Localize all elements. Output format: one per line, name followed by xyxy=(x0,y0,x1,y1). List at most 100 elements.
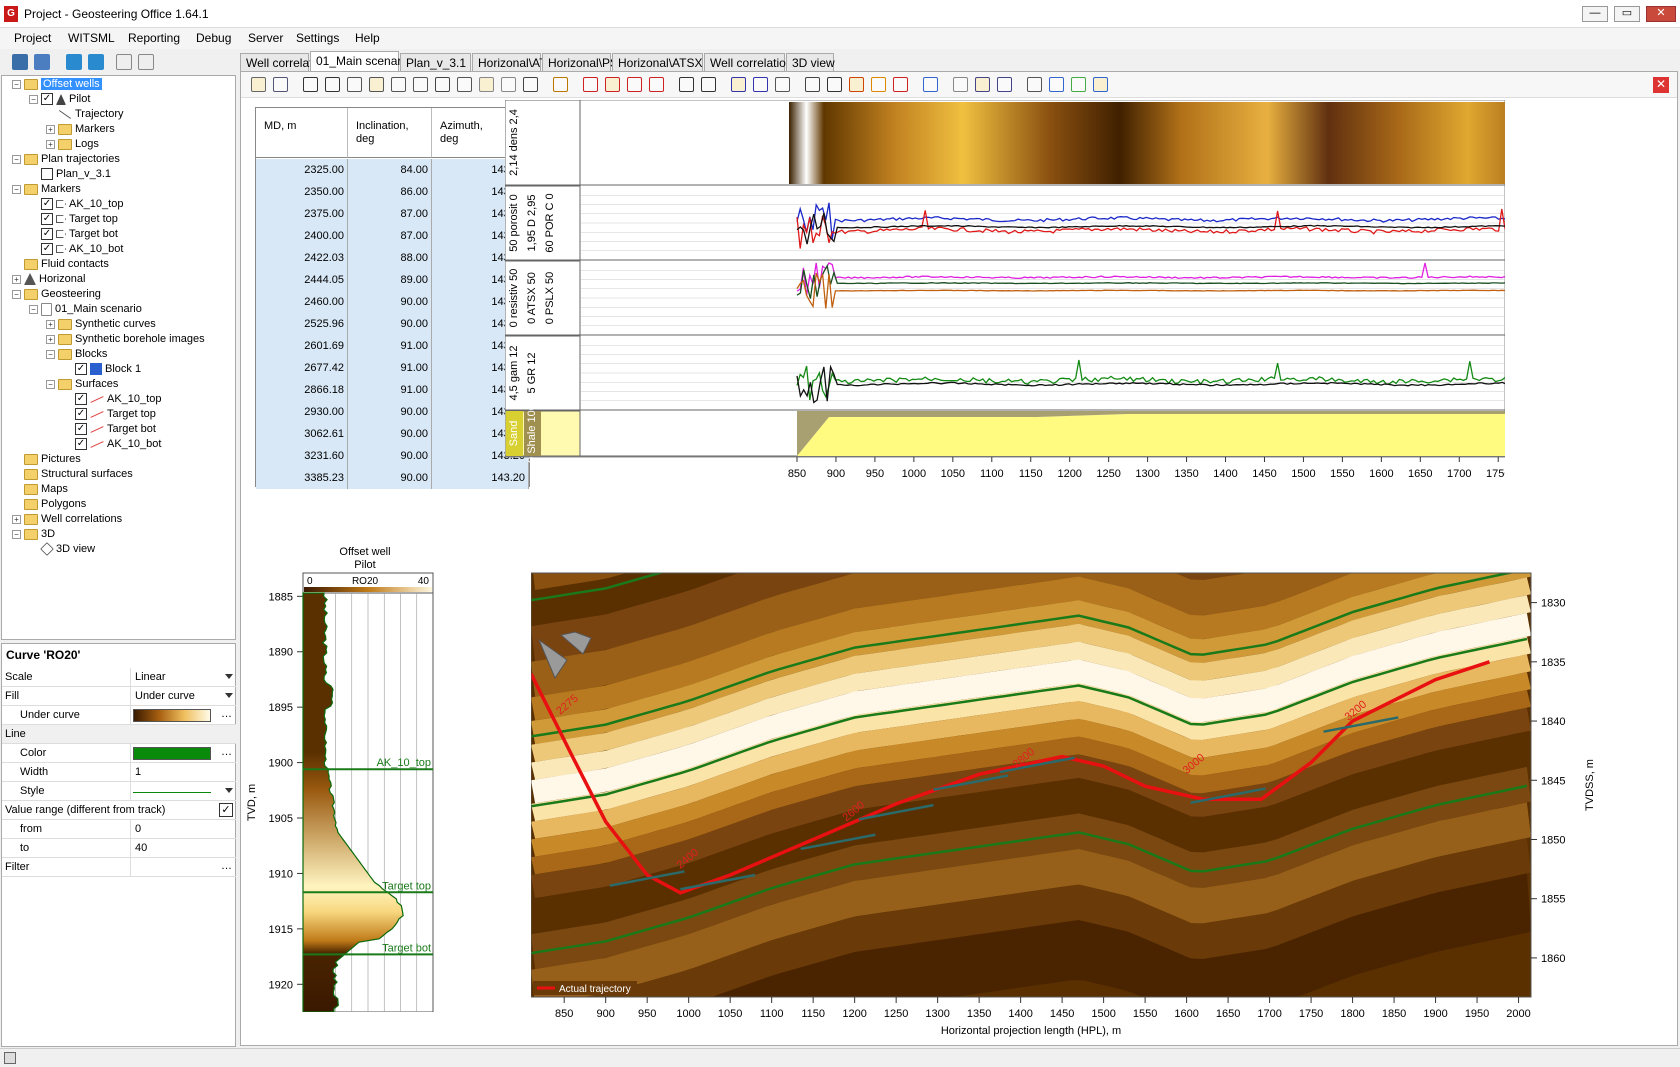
tab-horizonal-atlx[interactable]: Horizonal\ATLX xyxy=(472,53,561,71)
checkbox-checked[interactable]: ✓ xyxy=(75,408,87,421)
ellipsis-button[interactable]: … xyxy=(221,860,232,872)
table-cell[interactable]: 87.00 xyxy=(348,225,432,247)
property-value[interactable]: … xyxy=(130,858,236,877)
tab-well-correlation[interactable]: Well correlation xyxy=(704,53,792,71)
tree-node[interactable]: Plan_v_3.1 xyxy=(29,167,111,182)
add-group-icon[interactable] xyxy=(34,54,50,70)
table-cell[interactable]: 2350.00 xyxy=(256,181,348,203)
tree-node[interactable]: ✓ AK_10_bot xyxy=(29,242,123,257)
table-cell[interactable]: 3231.60 xyxy=(256,445,348,467)
table-row[interactable]: 3231.6090.00143.20 xyxy=(256,445,529,467)
tree-node[interactable]: − ✓ Pilot xyxy=(29,92,90,107)
checkbox-checked[interactable]: ✓ xyxy=(75,393,87,406)
undo-icon[interactable] xyxy=(731,77,746,92)
table-cell[interactable]: 88.00 xyxy=(348,247,432,269)
property-value[interactable]: 40 xyxy=(130,839,236,858)
palette-icon[interactable] xyxy=(923,77,938,92)
tree-node[interactable]: Trajectory xyxy=(46,107,124,122)
spin-arrows-icon[interactable] xyxy=(225,765,233,779)
export-icon[interactable] xyxy=(88,54,104,70)
no-cut-icon[interactable] xyxy=(605,77,620,92)
image-icon[interactable] xyxy=(953,77,968,92)
table-cell[interactable]: 87.00 xyxy=(348,203,432,225)
checkbox-checked[interactable]: ✓ xyxy=(75,423,87,436)
pencil-icon[interactable] xyxy=(1049,77,1064,92)
menu-help[interactable]: Help xyxy=(355,31,380,45)
expand-toggle-icon[interactable]: − xyxy=(12,184,21,194)
checkbox[interactable] xyxy=(41,168,53,181)
image-edit-icon[interactable] xyxy=(975,77,990,92)
table-cell[interactable]: 84.00 xyxy=(348,159,432,181)
table-row[interactable]: 2444.0589.00143.20 xyxy=(256,269,529,291)
table-cell[interactable]: 2422.03 xyxy=(256,247,348,269)
expand-toggle-icon[interactable]: − xyxy=(12,79,21,89)
tree-node[interactable]: ✓ Block 1 xyxy=(63,362,141,377)
tree-node[interactable]: Polygons xyxy=(12,497,86,512)
tab-01-main-scenario[interactable]: 01_Main scenario xyxy=(310,51,411,72)
zoom-window-icon[interactable] xyxy=(391,77,406,92)
table-cell[interactable]: 90.00 xyxy=(348,401,432,423)
grid-h-icon[interactable] xyxy=(805,77,820,92)
tree-node[interactable]: − Markers xyxy=(12,182,81,197)
table-cell[interactable]: 2325.00 xyxy=(256,159,348,181)
property-value[interactable]: … xyxy=(130,706,236,725)
value-range-checkbox[interactable]: ✓ xyxy=(219,803,233,817)
grid-v-icon[interactable] xyxy=(827,77,842,92)
add-object-icon[interactable] xyxy=(12,54,28,70)
expand-toggle-icon[interactable]: + xyxy=(46,124,55,134)
ellipsis-button[interactable]: … xyxy=(221,746,232,758)
move-up-icon[interactable] xyxy=(116,54,132,70)
tab-horizonal-atsx[interactable]: Horizonal\ATSX xyxy=(612,53,703,71)
property-row[interactable]: Scale Linear xyxy=(2,668,236,687)
table-row[interactable]: 2525.9690.00143.20 xyxy=(256,313,529,335)
table-row[interactable]: 2460.0090.00143.20 xyxy=(256,291,529,313)
property-row[interactable]: Color… xyxy=(2,744,236,763)
expand-toggle-icon[interactable]: − xyxy=(29,304,38,314)
expand-toggle-icon[interactable]: + xyxy=(46,334,55,344)
tree-node[interactable]: ✓ Target top xyxy=(29,212,118,227)
tree-node[interactable]: + Horizonal xyxy=(12,272,85,287)
tab-well-correlation[interactable]: Well correlation xyxy=(240,53,328,71)
pan-icon[interactable] xyxy=(523,77,538,92)
expand-toggle-icon[interactable]: + xyxy=(12,514,21,524)
expand-toggle-icon[interactable]: − xyxy=(46,379,55,389)
tree-node[interactable]: + Markers xyxy=(46,122,115,137)
table-cell[interactable]: 90.00 xyxy=(348,445,432,467)
table-row[interactable]: 2601.6991.00143.20 xyxy=(256,335,529,357)
property-row[interactable]: Fill Under curve xyxy=(2,687,236,706)
table-cell[interactable]: 2601.69 xyxy=(256,335,348,357)
property-value[interactable]: … xyxy=(130,744,236,763)
zoom-rect-icon[interactable] xyxy=(413,77,428,92)
fill-icon[interactable] xyxy=(871,77,886,92)
checkbox-checked[interactable]: ✓ xyxy=(75,438,87,451)
menu-project[interactable]: Project xyxy=(14,31,51,45)
y-scale-icon[interactable] xyxy=(479,77,494,92)
checkbox-checked[interactable]: ✓ xyxy=(41,243,53,256)
eraser-icon[interactable] xyxy=(849,77,864,92)
menu-server[interactable]: Server xyxy=(248,31,283,45)
property-value[interactable] xyxy=(130,782,236,801)
expand-toggle-icon[interactable]: − xyxy=(12,529,21,539)
tree-node[interactable]: ✓ AK_10_top xyxy=(29,197,123,212)
tree-node[interactable]: Pictures xyxy=(12,452,81,467)
eye-icon[interactable] xyxy=(997,77,1012,92)
dropdown-arrow-icon[interactable] xyxy=(225,788,233,793)
table-cell[interactable]: 3062.61 xyxy=(256,423,348,445)
expand-toggle-icon[interactable]: + xyxy=(46,319,55,329)
property-row[interactable]: Line xyxy=(2,725,236,744)
tree-node[interactable]: − Geosteering xyxy=(12,287,101,302)
checkbox-checked[interactable]: ✓ xyxy=(75,363,87,376)
table-row[interactable]: 2325.0084.00143.20 xyxy=(256,159,529,181)
tree-node[interactable]: Structural surfaces xyxy=(12,467,133,482)
table-cell[interactable]: 2525.96 xyxy=(256,313,348,335)
arc-icon[interactable] xyxy=(553,77,568,92)
property-row[interactable]: Filter… xyxy=(2,858,236,877)
expand-toggle-icon[interactable]: − xyxy=(46,349,55,359)
table-cell[interactable]: 90.00 xyxy=(348,423,432,445)
table-cell[interactable]: 2400.00 xyxy=(256,225,348,247)
tree-node[interactable]: − Plan trajectories xyxy=(12,152,120,167)
well-cut-icon[interactable] xyxy=(583,77,598,92)
checkbox-checked[interactable]: ✓ xyxy=(41,198,53,211)
tab-plan-v-3-1[interactable]: Plan_v_3.1 xyxy=(400,53,471,71)
expand-toggle-icon[interactable]: − xyxy=(29,94,38,104)
